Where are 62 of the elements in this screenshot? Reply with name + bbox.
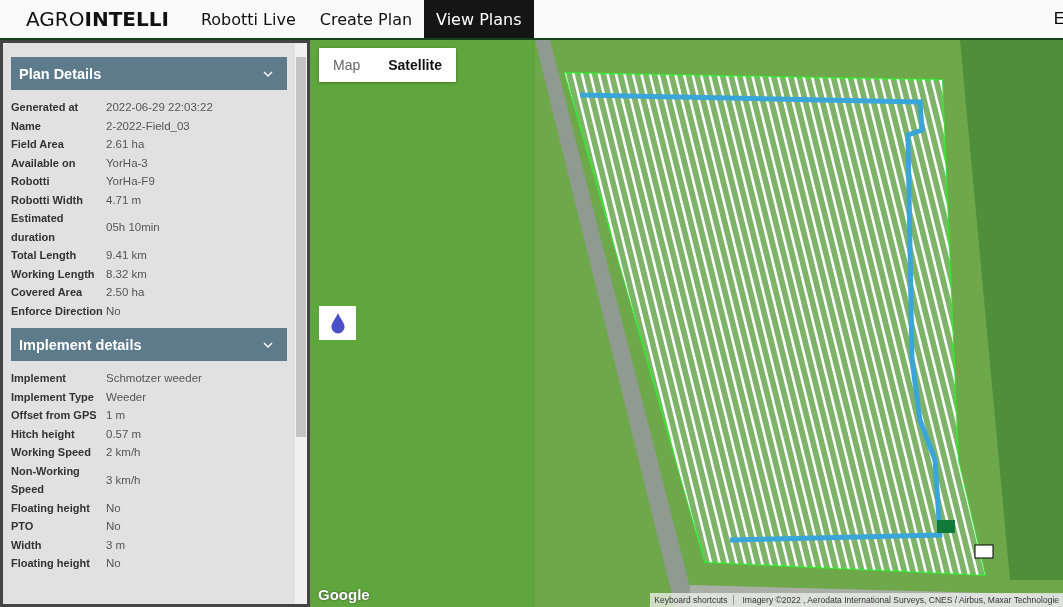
detail-label: Field Area	[11, 137, 65, 152]
keyboard-shortcuts-link[interactable]: Keyboard shortcuts	[654, 595, 735, 605]
detail-value: 2.50 ha	[106, 285, 146, 300]
chevron-down-icon	[263, 70, 273, 77]
brand-logo[interactable]: AGROINTELLI	[0, 0, 189, 38]
detail-label: Covered Area	[11, 285, 84, 300]
map-type-button[interactable]: Satellite	[374, 48, 456, 82]
detail-value: No	[106, 500, 122, 516]
detail-value: 05h 10min	[106, 220, 161, 236]
detail-label: Non-Working Speed	[11, 463, 81, 497]
detail-value: 2.61 ha	[106, 137, 146, 152]
section-header[interactable]: Implement details	[11, 328, 287, 361]
detail-label: Floating height	[11, 500, 91, 516]
scrollbar[interactable]	[295, 43, 307, 604]
detail-label: Estimated duration	[11, 211, 65, 245]
nav-tab[interactable]: Robotti Live	[188, 0, 308, 38]
detail-value: 4.71 m	[106, 192, 143, 208]
detail-value: 2-2022-Field_03	[106, 118, 191, 134]
detail-value: 2022-06-29 22:03:22	[106, 100, 214, 115]
detail-label: Implement	[11, 371, 67, 386]
detail-value: 0.57 m	[106, 426, 143, 442]
detail-label: Floating height	[11, 556, 91, 571]
imagery-credit: Imagery ©2022 , Aerodata International Surveys, CNES / Airbus, Maxar Technologie	[742, 595, 1059, 605]
detail-value: 2 km/h	[106, 445, 142, 460]
detail-value: 9.41 km	[106, 248, 148, 263]
section-header[interactable]: Plan Details	[11, 57, 287, 90]
google-logo: Google	[318, 586, 370, 603]
map-type-button[interactable]: Map	[319, 48, 375, 82]
section-title: Plan Details	[19, 65, 102, 82]
detail-label: PTO	[11, 519, 35, 534]
detail-label: Name	[11, 118, 42, 134]
detail-value: 3 m	[106, 537, 127, 553]
detail-value: No	[106, 303, 122, 319]
detail-label: Available on	[11, 155, 77, 171]
section-title: Implement details	[19, 336, 142, 353]
drop-button[interactable]	[319, 306, 356, 340]
detail-label: Generated at	[11, 100, 80, 115]
detail-value: Schmotzer weeder	[106, 371, 203, 386]
detail-value: No	[106, 556, 122, 571]
detail-value: YorHa-F9	[106, 174, 156, 189]
detail-value: 3 km/h	[106, 472, 142, 488]
detail-value: Weeder	[106, 389, 148, 405]
water-drop-icon	[329, 312, 346, 334]
nav-tab[interactable]: View Plans	[424, 0, 534, 38]
scrollbar-thumb[interactable]	[296, 57, 306, 437]
detail-label: Implement Type	[11, 389, 95, 405]
chevron-down-icon	[263, 341, 273, 348]
detail-label: Total Length	[11, 248, 78, 263]
detail-label: Hitch height	[11, 426, 76, 442]
detail-label: Offset from GPS	[11, 408, 98, 423]
detail-value: YorHa-3	[106, 155, 149, 171]
detail-value: 1 m	[106, 408, 127, 423]
detail-label: Working Speed	[11, 445, 92, 460]
detail-value: No	[106, 519, 122, 534]
detail-label: Working Length	[11, 266, 96, 282]
nav-tab[interactable]: Create Plan	[307, 0, 425, 38]
satellite-map[interactable]: Map Satellite Google Keyboard shortcuts Imagery ©2022 , Aerodata International Surveys, CNES / Airbus, Maxar Technologie	[310, 40, 1063, 607]
detail-value: 8.32 km	[106, 266, 148, 282]
detail-label: Enforce Direction	[11, 303, 104, 319]
detail-label: Robotti	[11, 174, 51, 189]
detail-label: Robotti Width	[11, 192, 84, 208]
detail-label: Width	[11, 537, 43, 553]
